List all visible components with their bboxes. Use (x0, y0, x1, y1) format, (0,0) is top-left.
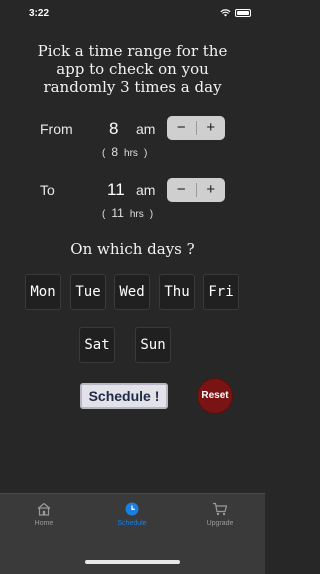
tab-upgrade-label: Upgrade (206, 520, 234, 527)
from-ampm: am (136, 121, 156, 137)
battery-icon (235, 9, 251, 17)
headline-line-1: Pick a time range for the (37, 42, 228, 60)
clock-icon (125, 502, 139, 516)
status-icons (220, 9, 251, 17)
cart-icon (213, 502, 228, 516)
to-hrs-unit: hrs (129, 209, 144, 220)
to-stepper[interactable]: − + (167, 178, 225, 202)
headline: Pick a time range for the app to check o… (0, 42, 265, 96)
tab-home[interactable]: Home (14, 501, 74, 527)
reset-button[interactable]: Reset (197, 378, 233, 414)
wifi-icon (220, 9, 231, 17)
day-button-wed[interactable]: Wed (114, 274, 150, 310)
to-decrement-button[interactable]: − (167, 178, 196, 202)
headline-line-3: randomly 3 times a day (43, 78, 222, 96)
tab-home-label: Home (34, 520, 54, 527)
to-hrs-close: ) (149, 209, 154, 220)
from-hour: 8 (109, 119, 119, 138)
day-button-tue[interactable]: Tue (70, 274, 106, 310)
from-increment-button[interactable]: + (197, 116, 226, 140)
home-indicator (85, 560, 180, 564)
from-stepper[interactable]: − + (167, 116, 225, 140)
status-time: 3:22 (29, 8, 50, 19)
from-hrs-unit: hrs (124, 148, 138, 159)
from-hrs-close: ) (143, 148, 148, 159)
from-label: From (40, 121, 73, 137)
to-ampm: am (136, 182, 156, 198)
day-button-thu[interactable]: Thu (159, 274, 195, 310)
days-title: On which days ? (70, 240, 195, 258)
to-increment-button[interactable]: + (197, 178, 226, 202)
from-hrs: (8 hrs) (102, 145, 147, 159)
from-hrs-open: ( (102, 148, 106, 159)
day-button-sat[interactable]: Sat (79, 327, 115, 363)
tab-schedule[interactable]: Schedule (102, 501, 162, 527)
status-bar: 3:22 (0, 0, 265, 22)
day-button-mon[interactable]: Mon (25, 274, 61, 310)
to-label: To (40, 182, 55, 198)
headline-line-2: app to check on you (56, 60, 209, 78)
from-decrement-button[interactable]: − (167, 116, 196, 140)
home-icon (37, 502, 51, 516)
to-hrs-value: 11 (111, 206, 124, 220)
schedule-button[interactable]: Schedule ! (80, 383, 168, 409)
to-hour: 11 (107, 180, 125, 199)
day-button-sun[interactable]: Sun (135, 327, 171, 363)
tab-upgrade[interactable]: Upgrade (190, 501, 250, 527)
to-hrs: (11 hrs) (102, 206, 153, 220)
day-button-fri[interactable]: Fri (203, 274, 239, 310)
from-hrs-value: 8 (111, 145, 119, 159)
to-hrs-open: ( (102, 209, 106, 220)
tab-schedule-label: Schedule (117, 520, 147, 527)
